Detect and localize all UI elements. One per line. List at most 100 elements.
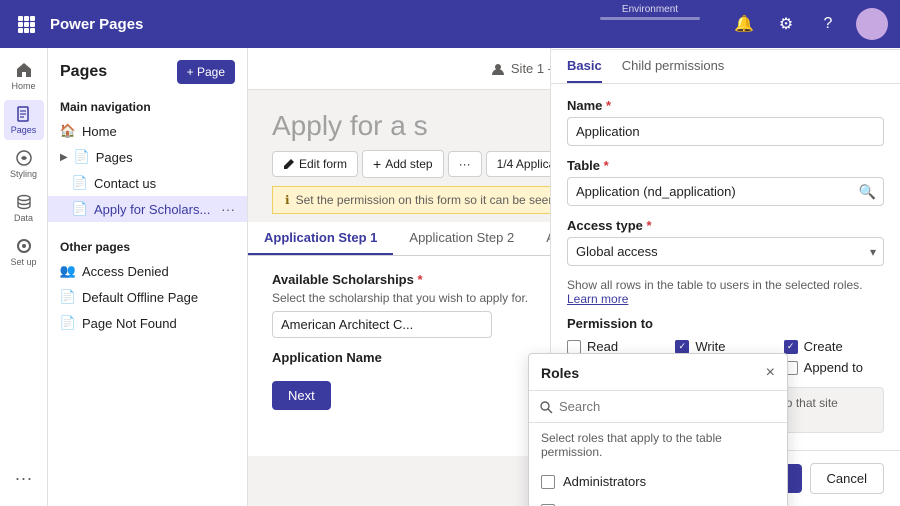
access-type-label: Access type *	[567, 218, 884, 233]
topbar: Power Pages Environment 🔔 ⚙ ?	[0, 0, 900, 48]
nav-item-apply[interactable]: 📄 Apply for Scholars... ···	[48, 196, 247, 222]
add-step-button[interactable]: + Add step	[362, 150, 444, 178]
nav-item-home[interactable]: 🏠 Home	[48, 118, 247, 144]
perm-write[interactable]: ✓ Write	[675, 339, 775, 354]
settings-icon[interactable]: ⚙	[772, 10, 800, 38]
perm-read[interactable]: Read	[567, 339, 667, 354]
pages-chevron-icon: ▶	[60, 152, 68, 163]
role-item-administrators[interactable]: Administrators	[529, 467, 787, 496]
nav-item-contact[interactable]: 📄 Contact us	[48, 170, 247, 196]
notification-icon[interactable]: 🔔	[730, 10, 758, 38]
sidebar-item-setup[interactable]: Set up	[4, 232, 44, 272]
append-to-label: Append to	[804, 360, 863, 375]
access-type-info: Show all rows in the table to users in t…	[567, 278, 884, 306]
panel-tabs: Basic Child permissions	[551, 50, 900, 84]
sidebar-setup-label: Set up	[10, 257, 36, 267]
roles-dropdown: Roles × Select roles that apply to the t…	[528, 353, 788, 506]
permission-to-label: Permission to	[567, 316, 884, 331]
contact-nav-icon: 📄	[72, 175, 88, 191]
page-nav-icon: 📄	[74, 149, 90, 165]
main-navigation-label: Main navigation	[48, 92, 247, 118]
nav-access-denied-label: Access Denied	[82, 264, 169, 279]
table-label: Table *	[567, 158, 884, 173]
nav-not-found-label: Page Not Found	[82, 316, 177, 331]
help-icon[interactable]: ?	[814, 10, 842, 38]
not-found-icon: 📄	[60, 315, 76, 331]
add-page-button[interactable]: + Page	[177, 60, 235, 84]
create-checkbox[interactable]: ✓	[784, 340, 798, 354]
apply-nav-icon: 📄	[72, 201, 88, 217]
roles-search-input[interactable]	[559, 399, 777, 414]
sidebar-item-home[interactable]: Home	[4, 56, 44, 96]
write-label: Write	[695, 339, 725, 354]
more-options-button[interactable]: ···	[448, 151, 482, 177]
sidebar-item-styling[interactable]: Styling	[4, 144, 44, 184]
nav-contact-label: Contact us	[94, 176, 156, 191]
pages-panel: Pages + Page Main navigation 🏠 Home ▶ 📄 …	[48, 48, 248, 506]
page-title-text: Apply for a s	[272, 110, 428, 141]
home-icon	[15, 61, 33, 79]
perm-append-to[interactable]: Append to	[784, 360, 884, 375]
table-field: Table * 🔍	[567, 158, 884, 206]
read-label: Read	[587, 339, 618, 354]
write-checkbox[interactable]: ✓	[675, 340, 689, 354]
nav-pages-label: Pages	[96, 150, 133, 165]
name-label: Name *	[567, 98, 884, 113]
roles-dropdown-header: Roles ×	[529, 354, 787, 391]
nav-item-not-found[interactable]: 📄 Page Not Found	[48, 310, 247, 336]
administrators-label: Administrators	[563, 474, 646, 489]
access-type-select[interactable]: Global access Contact access Account acc…	[567, 237, 884, 266]
role-item-anonymous[interactable]: Anonymous Users	[529, 496, 787, 506]
sidebar: Home Pages Styling Data	[0, 48, 48, 506]
table-search-icon: 🔍	[859, 183, 876, 200]
name-input[interactable]	[567, 117, 884, 146]
person-icon	[491, 62, 505, 76]
info-icon: ℹ	[285, 193, 290, 207]
table-input-wrap: 🔍	[567, 177, 884, 206]
ellipsis-icon: ···	[459, 157, 471, 171]
next-button[interactable]: Next	[272, 381, 331, 410]
perm-create[interactable]: ✓ Create	[784, 339, 884, 354]
nav-home-label: Home	[82, 124, 117, 139]
setup-icon	[15, 237, 33, 255]
access-denied-icon: 👥	[60, 263, 76, 279]
scholarships-input[interactable]	[272, 311, 492, 338]
sidebar-more-button[interactable]: ···	[4, 458, 44, 498]
required-marker: *	[417, 272, 422, 287]
main-layout: Home Pages Styling Data	[0, 48, 900, 506]
grid-icon[interactable]	[12, 10, 40, 38]
panel-tab-basic[interactable]: Basic	[567, 50, 602, 83]
environment-label: Environment	[600, 4, 700, 15]
panel-tab-child-permissions[interactable]: Child permissions	[622, 50, 725, 83]
offline-icon: 📄	[60, 289, 76, 305]
add-icon: +	[373, 156, 381, 172]
pages-icon	[15, 105, 33, 123]
nav-offline-label: Default Offline Page	[82, 290, 198, 305]
nav-item-access-denied[interactable]: 👥 Access Denied	[48, 258, 247, 284]
pages-panel-header: Pages + Page	[48, 48, 247, 92]
name-field: Name *	[567, 98, 884, 146]
nav-item-pages[interactable]: ▶ 📄 Pages	[48, 144, 247, 170]
roles-description: Select roles that apply to the table per…	[529, 423, 787, 467]
sidebar-item-data[interactable]: Data	[4, 188, 44, 228]
table-input[interactable]	[567, 177, 884, 206]
environment-bar	[600, 17, 700, 20]
edit-form-button[interactable]: Edit form	[272, 151, 358, 177]
administrators-checkbox[interactable]	[541, 475, 555, 489]
sidebar-data-label: Data	[14, 213, 33, 223]
data-icon	[15, 193, 33, 211]
tab-application-step-1[interactable]: Application Step 1	[248, 222, 393, 255]
read-checkbox[interactable]	[567, 340, 581, 354]
environment-section: Environment	[600, 4, 700, 20]
sidebar-styling-label: Styling	[10, 169, 37, 179]
tab-application-step-2[interactable]: Application Step 2	[393, 222, 530, 255]
user-avatar[interactable]	[856, 8, 888, 40]
nav-item-more-icon[interactable]: ···	[221, 201, 235, 217]
sidebar-item-pages[interactable]: Pages	[4, 100, 44, 140]
cancel-button[interactable]: Cancel	[810, 463, 884, 494]
nav-item-offline[interactable]: 📄 Default Offline Page	[48, 284, 247, 310]
roles-close-button[interactable]: ×	[766, 364, 775, 382]
roles-search-area	[529, 391, 787, 423]
edit-icon	[283, 158, 295, 170]
learn-more-link[interactable]: Learn more	[567, 292, 628, 306]
